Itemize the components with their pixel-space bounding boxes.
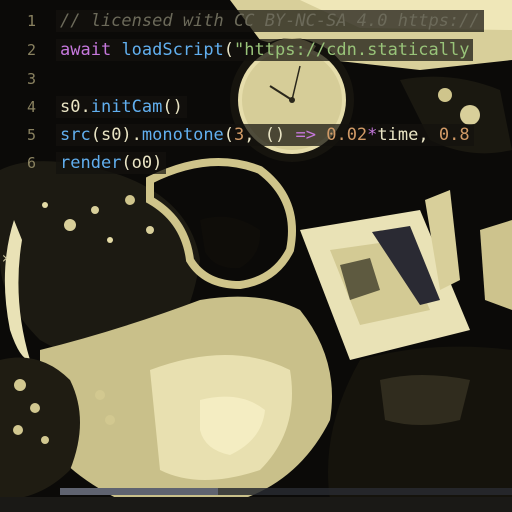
code-token: 0.8 bbox=[438, 125, 470, 145]
code-token: initCam bbox=[90, 97, 163, 117]
code-line[interactable]: 5 src(s0).monotone(3, () => 0.02*time, 0.… bbox=[0, 122, 512, 148]
scrollbar-thumb[interactable] bbox=[60, 488, 218, 495]
code-line[interactable]: 3 bbox=[0, 66, 512, 92]
code-token: render bbox=[60, 153, 122, 173]
code-line[interactable]: 2 await loadScript("https://cdn.staticall… bbox=[0, 37, 512, 63]
status-strip bbox=[0, 497, 512, 512]
code-token: , () bbox=[244, 125, 296, 145]
line-number: 2 bbox=[26, 41, 36, 59]
code-token: (s0). bbox=[90, 125, 142, 145]
code-token: 3 bbox=[234, 125, 245, 145]
code-token: s0. bbox=[60, 97, 91, 117]
code-token: // licensed with CC BY-NC-SA 4.0 https:/… bbox=[60, 11, 480, 31]
code-token: => bbox=[295, 125, 316, 145]
code-token: * bbox=[367, 125, 378, 145]
code-token: src bbox=[60, 125, 91, 145]
code-token: 0.02 bbox=[326, 125, 368, 145]
code-text[interactable]: render(o0) bbox=[60, 150, 162, 176]
code-line[interactable]: 4 s0.initCam() bbox=[0, 94, 512, 120]
code-text[interactable]: s0.initCam() bbox=[60, 94, 183, 120]
line-number: 3 bbox=[26, 70, 36, 88]
code-token: () bbox=[162, 97, 183, 117]
code-token: loadScript bbox=[121, 40, 224, 60]
code-line[interactable]: 6 render(o0) bbox=[0, 150, 512, 176]
code-token: (o0) bbox=[121, 153, 163, 173]
line-number: 6 bbox=[26, 154, 36, 172]
code-token: monotone bbox=[141, 125, 224, 145]
code-token: await bbox=[60, 40, 112, 60]
code-text[interactable]: await loadScript("https://cdn.statically bbox=[60, 37, 469, 63]
code-token: "https://cdn.statically bbox=[234, 40, 470, 60]
line-number: 1 bbox=[26, 12, 36, 30]
line-number: 4 bbox=[26, 98, 36, 116]
collapse-arrow-icon[interactable]: › bbox=[0, 248, 10, 267]
line-number: 5 bbox=[26, 126, 36, 144]
code-token: ( bbox=[223, 125, 235, 145]
code-text[interactable]: src(s0).monotone(3, () => 0.02*time, 0.8 bbox=[60, 122, 470, 148]
code-editor[interactable]: 1 // licensed with CC BY-NC-SA 4.0 https:… bbox=[0, 0, 512, 490]
code-line[interactable]: 1 // licensed with CC BY-NC-SA 4.0 https:… bbox=[0, 8, 512, 34]
code-token: time, bbox=[377, 125, 439, 145]
code-token: ( bbox=[223, 40, 235, 60]
code-text[interactable]: // licensed with CC BY-NC-SA 4.0 https:/… bbox=[60, 8, 480, 34]
